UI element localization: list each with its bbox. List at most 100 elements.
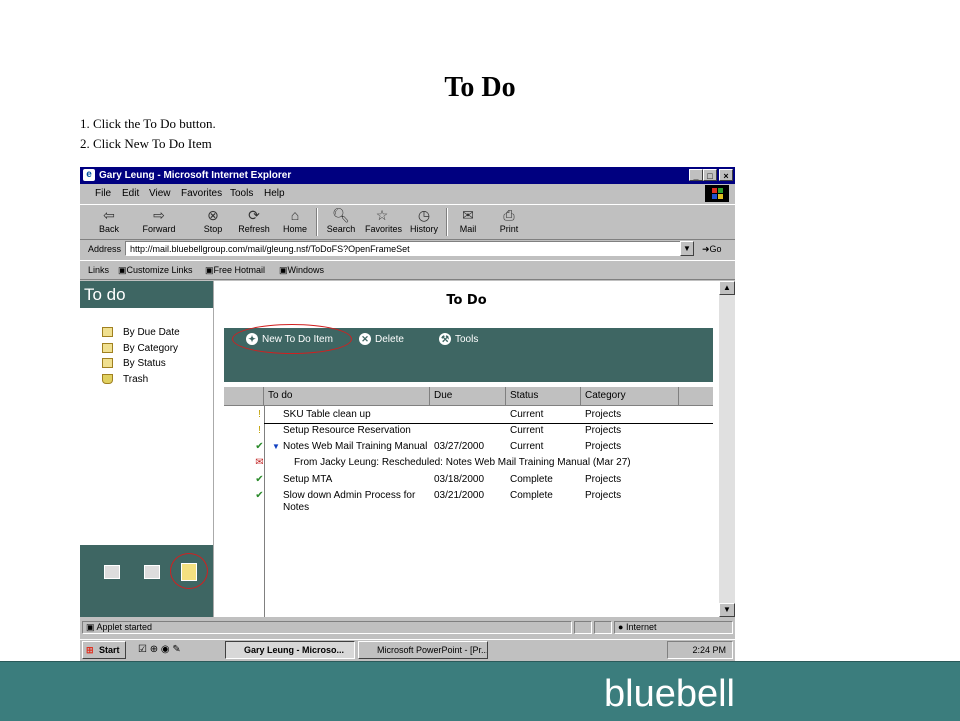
step-2: 2. Click New To Do Item (80, 136, 212, 151)
history-button[interactable]: ◷ History (407, 205, 441, 239)
view-icon (102, 358, 113, 369)
mail-icon: ✉ (462, 207, 474, 223)
address-dropdown-icon[interactable]: ▼ (680, 241, 694, 256)
nav-by-category[interactable]: By Category (102, 343, 178, 354)
table-row[interactable]: ✔ Slow down Admin Process for Notes 03/2… (224, 488, 713, 516)
task-ie[interactable]: Gary Leung - Microso... (225, 641, 355, 659)
stop-button[interactable]: ⊗ Stop (196, 205, 230, 239)
refresh-button[interactable]: ⟳ Refresh (237, 205, 271, 239)
mail-button[interactable]: ✉ Mail (451, 205, 485, 239)
table-row[interactable]: ✔ ▼ Notes Web Mail Training Manual 03/27… (224, 439, 713, 455)
scroll-down-icon[interactable]: ▼ (719, 603, 735, 617)
links-label: Links (88, 265, 110, 275)
status-text: ▣ Applet started (82, 621, 572, 634)
slide-title: To Do (444, 72, 516, 103)
favorites-icon: ☆ (375, 207, 389, 223)
response-icon: ✉ (255, 457, 264, 468)
print-button[interactable]: ⎙ Print (492, 205, 526, 239)
close-icon[interactable]: × (719, 169, 733, 181)
scroll-up-icon[interactable]: ▲ (719, 281, 735, 295)
col-status[interactable]: Status (506, 387, 581, 405)
browser-window: e Gary Leung - Microsoft Internet Explor… (80, 167, 735, 661)
header-spacer (224, 387, 264, 405)
menu-bar: File Edit View Favorites Tools Help (80, 185, 735, 203)
step-1: 1. Click the To Do button. (80, 116, 216, 131)
todo-nav-pane: To do By Due Date By Category By Status … (80, 281, 214, 617)
delete-icon: ✕ (359, 333, 371, 346)
mail-switch-icon[interactable] (104, 565, 120, 579)
windows-logo-icon (705, 185, 729, 202)
menu-help[interactable]: Help (264, 185, 285, 203)
link-customize[interactable]: ▣ Customize Links (118, 261, 193, 279)
status-icon: ✔ (255, 474, 264, 485)
toolbar-separator (446, 208, 448, 236)
table-header: To do Due Status Category (224, 387, 713, 406)
status-panel (574, 621, 592, 634)
menu-view[interactable]: View (149, 185, 171, 203)
nav-by-status[interactable]: By Status (102, 358, 166, 369)
maximize-icon[interactable]: □ (703, 169, 717, 181)
status-icon: ✔ (255, 441, 264, 452)
address-input[interactable]: http://mail.bluebellgroup.com/mail/gleun… (125, 241, 685, 256)
search-icon: 🔍︎ (332, 207, 350, 223)
toolbar-separator (316, 208, 318, 236)
table-row[interactable]: ✔ Setup MTA 03/18/2000 Complete Projects (224, 472, 713, 488)
windows-flag-icon: ⊞ (86, 645, 94, 655)
links-bar: Links ▣ Customize Links ▣ Free Hotmail ▣… (80, 260, 735, 280)
menu-tools[interactable]: Tools (230, 185, 253, 203)
trash-icon (102, 374, 113, 385)
table-row[interactable]: ! Setup Resource Reservation Current Pro… (224, 423, 713, 439)
page-content: To do By Due Date By Category By Status … (80, 281, 735, 617)
window-title: Gary Leung - Microsoft Internet Explorer (99, 170, 292, 181)
calendar-switch-icon[interactable] (144, 565, 160, 579)
vertical-scrollbar[interactable]: ▲ ▼ (719, 281, 735, 617)
back-button[interactable]: ⇦ Back (92, 205, 126, 239)
window-titlebar[interactable]: e Gary Leung - Microsoft Internet Explor… (80, 167, 735, 184)
wrench-icon: ⚒ (439, 333, 451, 346)
address-label: Address (88, 244, 122, 254)
windows-taskbar: ⊞ Start ☑ ⊕ ◉ ✎ Gary Leung - Microso... M… (80, 639, 735, 661)
quicklaunch-icons[interactable]: ☑ ⊕ ◉ ✎ (138, 644, 181, 655)
start-button[interactable]: ⊞ Start (82, 641, 126, 659)
task-powerpoint[interactable]: Microsoft PowerPoint - [Pr... (358, 641, 488, 659)
status-panel (594, 621, 612, 634)
menu-file[interactable]: File (95, 185, 111, 203)
main-title: To Do (446, 293, 487, 308)
address-bar: Address http://mail.bluebellgroup.com/ma… (80, 239, 735, 259)
todo-main-pane: To Do ✦ New To Do Item ✕ Delete ⚒ Tools To … (214, 281, 719, 617)
expand-triangle-icon[interactable]: ▼ (272, 439, 280, 455)
status-icon: ! (258, 409, 261, 420)
selection-line (264, 423, 713, 424)
action-bar: ✦ New To Do Item ✕ Delete ⚒ Tools (224, 324, 713, 382)
link-hotmail[interactable]: ▣ Free Hotmail (205, 261, 265, 279)
search-button[interactable]: 🔍︎ Search (324, 205, 358, 239)
history-icon: ◷ (417, 207, 431, 223)
forward-arrow-icon: ⇨ (153, 207, 165, 223)
col-todo[interactable]: To do (264, 387, 430, 405)
menu-favorites[interactable]: Favorites (181, 185, 222, 203)
nav-trash[interactable]: Trash (102, 374, 148, 385)
home-button[interactable]: ⌂ Home (278, 205, 312, 239)
link-windows[interactable]: ▣ Windows (279, 261, 324, 279)
nav-by-due-date[interactable]: By Due Date (102, 327, 180, 338)
notes-switcher (80, 545, 213, 617)
ie-icon: e (83, 169, 95, 181)
tools-button[interactable]: ⚒ Tools (439, 333, 478, 346)
back-arrow-icon: ⇦ (103, 207, 115, 223)
menu-edit[interactable]: Edit (122, 185, 139, 203)
forward-button[interactable]: ⇨ Forward (142, 205, 176, 239)
table-row[interactable]: ! SKU Table clean up Current Projects (224, 407, 713, 423)
col-due[interactable]: Due (430, 387, 506, 405)
security-zone: ● Internet (614, 621, 733, 634)
minimize-icon[interactable]: _ (689, 169, 703, 181)
go-button[interactable]: ➜Go (702, 239, 722, 259)
print-icon: ⎙ (503, 207, 515, 223)
todo-table: To do Due Status Category ! SKU Table cl… (224, 387, 713, 617)
favorites-button[interactable]: ☆ Favorites (365, 205, 402, 239)
col-category[interactable]: Category (581, 387, 679, 405)
standard-toolbar: ⇦ Back ⇨ Forward ⊗ Stop ⟳ Refresh ⌂ Home 🔍︎ Se… (80, 204, 735, 240)
home-icon: ⌂ (290, 207, 300, 223)
table-row[interactable]: ✉ From Jacky Leung: Rescheduled: Notes W… (224, 455, 713, 471)
highlight-circle (170, 553, 208, 589)
delete-button[interactable]: ✕ Delete (359, 333, 404, 346)
